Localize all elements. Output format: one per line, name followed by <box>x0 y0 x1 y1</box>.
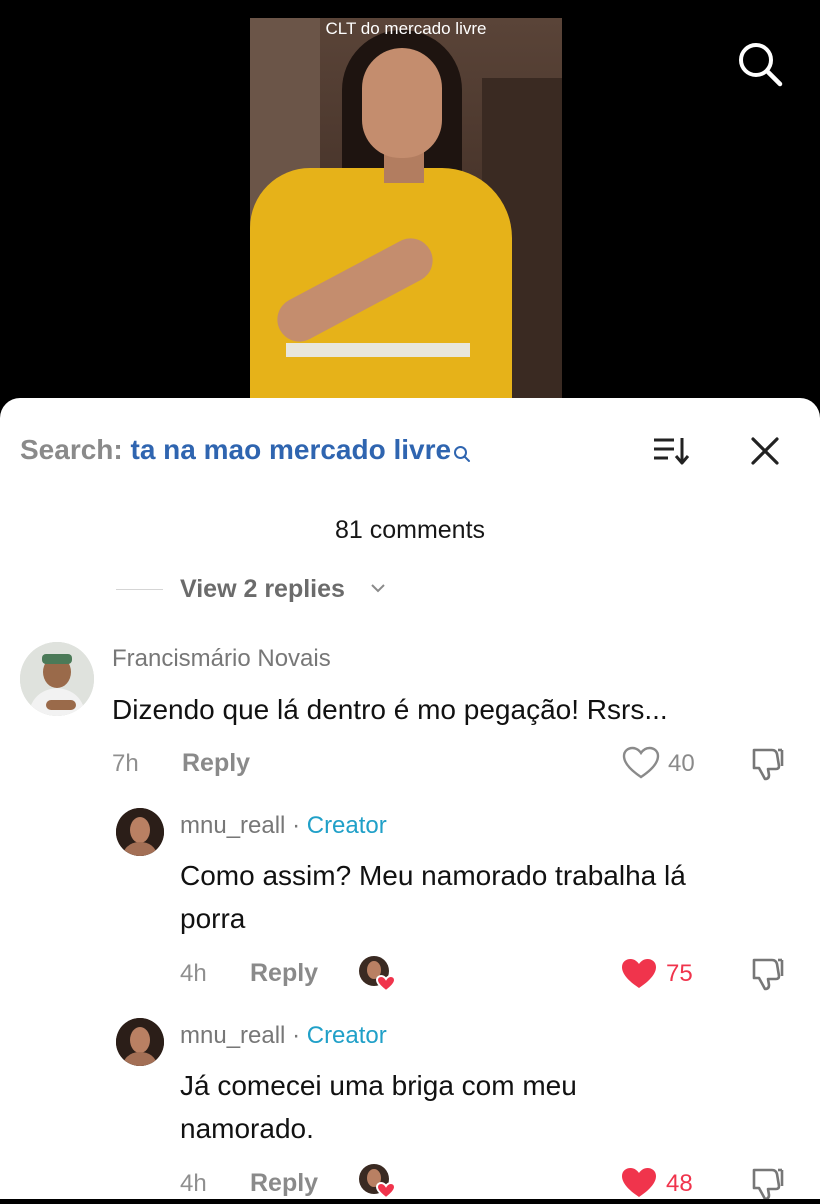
heart-filled-icon[interactable] <box>620 1166 658 1204</box>
reply-username[interactable]: mnu_reall <box>180 1022 285 1049</box>
video-shirt-stripe <box>286 343 470 357</box>
search-icon[interactable] <box>736 40 784 88</box>
search-query[interactable]: Search: ta na mao mercado livre <box>20 432 471 472</box>
divider-line <box>116 589 163 590</box>
comment-text: Dizendo que lá dentro é mo pegação! Rsrs… <box>112 694 668 725</box>
heart-filled-icon[interactable] <box>620 957 658 996</box>
avatar[interactable] <box>116 808 164 856</box>
like-count: 48 <box>666 1170 693 1197</box>
search-small-icon <box>453 436 471 472</box>
reply-text-line: porra <box>180 903 246 934</box>
reply-button[interactable]: Reply <box>250 1169 318 1198</box>
heart-icon[interactable] <box>622 746 660 785</box>
dislike-icon[interactable] <box>748 1164 786 1204</box>
reply-time: 4h <box>180 960 207 987</box>
separator-dot: · <box>292 812 301 839</box>
reply-username[interactable]: mnu_reall <box>180 812 285 839</box>
reply-text: Como assim? Meu namorado trabalha lá por… <box>180 854 686 940</box>
video-preview[interactable] <box>250 18 562 418</box>
dislike-icon[interactable] <box>748 954 786 997</box>
creator-liked-icon <box>358 1163 397 1200</box>
creator-badge: Creator <box>306 812 387 839</box>
reply-text-line: Como assim? Meu namorado trabalha lá <box>180 860 686 891</box>
chevron-down-icon <box>370 580 386 601</box>
reply-text: Já comecei uma briga com meu namorado. <box>180 1064 577 1150</box>
reply-time: 4h <box>180 1170 207 1197</box>
reply-text-line: Já comecei uma briga com meu <box>180 1070 577 1101</box>
view-replies-label: View 2 replies <box>180 575 345 603</box>
separator-dot: · <box>292 1022 301 1049</box>
creator-badge: Creator <box>306 1022 387 1049</box>
reply-button[interactable]: Reply <box>182 749 250 778</box>
comments-count: 81 comments <box>334 516 486 544</box>
video-caption: CLT do mercado livre <box>325 19 487 38</box>
video-person-face <box>362 48 442 158</box>
like-count: 75 <box>666 960 693 987</box>
avatar[interactable] <box>20 642 94 716</box>
avatar[interactable] <box>116 1018 164 1066</box>
reply-username-row: mnu_reall · Creator <box>180 1022 387 1050</box>
comment-time: 7h <box>112 750 139 777</box>
like-count: 40 <box>668 750 695 777</box>
dislike-icon[interactable] <box>748 744 786 787</box>
search-label: Search: <box>20 434 123 465</box>
creator-liked-icon <box>358 955 397 993</box>
close-icon[interactable] <box>748 434 782 468</box>
comment-username[interactable]: Francismário Novais <box>112 645 331 673</box>
reply-username-row: mnu_reall · Creator <box>180 812 387 840</box>
reply-text-line: namorado. <box>180 1113 314 1144</box>
sort-icon[interactable] <box>652 434 692 468</box>
search-term-link[interactable]: ta na mao mercado livre <box>131 434 452 465</box>
reply-button[interactable]: Reply <box>250 959 318 988</box>
